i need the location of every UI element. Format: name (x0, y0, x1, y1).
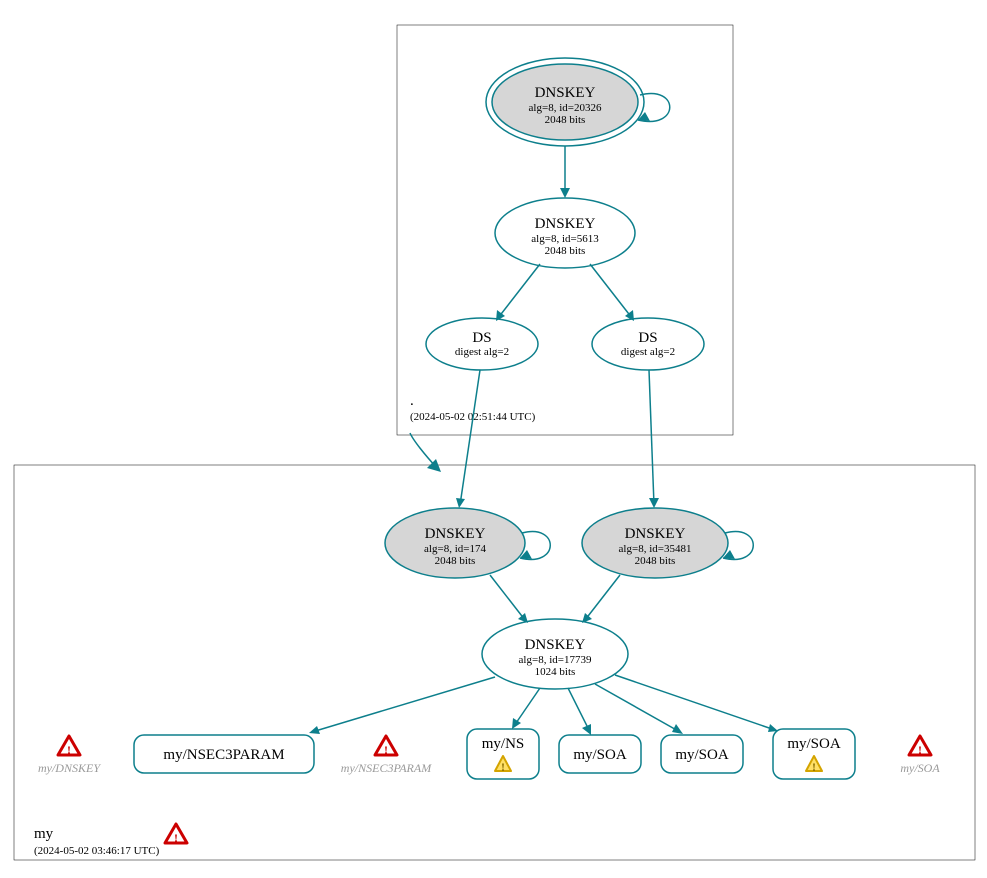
dnssec-graph: . (2024-05-02 02:51:44 UTC) my (2024-05-… (0, 0, 987, 878)
node-rr-nsec3param: my/NSEC3PARAM (134, 735, 314, 773)
warning-dnskey: ! my/DNSKEY (38, 736, 101, 775)
node-root-ds2: DS digest alg=2 (592, 318, 704, 370)
svg-text:2048 bits: 2048 bits (635, 555, 676, 567)
node-my-ksk2: DNSKEY alg=8, id=35481 2048 bits (582, 508, 753, 578)
svg-text:!: ! (501, 760, 505, 774)
svg-text:DNSKEY: DNSKEY (525, 637, 586, 653)
svg-text:DNSKEY: DNSKEY (425, 526, 486, 542)
svg-text:my/NS: my/NS (482, 736, 525, 752)
svg-text:my/SOA: my/SOA (675, 747, 729, 763)
node-root-ds1: DS digest alg=2 (426, 318, 538, 370)
svg-text:!: ! (174, 831, 178, 845)
svg-text:alg=8, id=20326: alg=8, id=20326 (529, 102, 602, 114)
node-rr-soa3: my/SOA ! (773, 729, 855, 779)
svg-text:!: ! (67, 743, 71, 757)
svg-text:DNSKEY: DNSKEY (625, 526, 686, 542)
svg-text:alg=8, id=17739: alg=8, id=17739 (519, 654, 592, 666)
svg-text:alg=8, id=5613: alg=8, id=5613 (531, 233, 599, 245)
svg-text:alg=8, id=174: alg=8, id=174 (424, 543, 486, 555)
svg-text:my/SOA: my/SOA (787, 736, 841, 752)
svg-text:DS: DS (638, 330, 657, 346)
svg-text:2048 bits: 2048 bits (545, 114, 586, 126)
svg-text:2048 bits: 2048 bits (435, 555, 476, 567)
svg-text:!: ! (384, 743, 388, 757)
svg-text:1024 bits: 1024 bits (535, 666, 576, 678)
svg-text:DNSKEY: DNSKEY (535, 85, 596, 101)
svg-text:alg=8, id=35481: alg=8, id=35481 (619, 543, 692, 555)
svg-text:DNSKEY: DNSKEY (535, 216, 596, 232)
svg-text:my/SOA: my/SOA (573, 747, 627, 763)
warning-zone-my: ! (165, 824, 187, 845)
svg-text:!: ! (918, 743, 922, 757)
svg-text:DS: DS (472, 330, 491, 346)
svg-text:2048 bits: 2048 bits (545, 245, 586, 257)
warning-soa: ! my/SOA (900, 736, 940, 775)
svg-text:my/NSEC3PARAM: my/NSEC3PARAM (163, 747, 284, 763)
node-my-zsk: DNSKEY alg=8, id=17739 1024 bits (482, 619, 628, 689)
svg-text:digest alg=2: digest alg=2 (621, 346, 675, 358)
node-rr-soa1: my/SOA (559, 735, 641, 773)
node-my-ksk1: DNSKEY alg=8, id=174 2048 bits (385, 508, 550, 578)
zone-root-label: . (410, 393, 414, 409)
svg-text:my/DNSKEY: my/DNSKEY (38, 761, 101, 775)
zone-my-time: (2024-05-02 03:46:17 UTC) (34, 845, 160, 857)
svg-text:my/SOA: my/SOA (900, 761, 940, 775)
node-root-ksk: DNSKEY alg=8, id=20326 2048 bits (486, 58, 670, 146)
node-rr-soa2: my/SOA (661, 735, 743, 773)
svg-text:digest alg=2: digest alg=2 (455, 346, 509, 358)
node-rr-ns: my/NS ! (467, 729, 539, 779)
zone-my-label: my (34, 826, 54, 842)
svg-text:!: ! (812, 760, 816, 774)
warning-nsec3param: ! my/NSEC3PARAM (341, 736, 432, 775)
node-root-zsk: DNSKEY alg=8, id=5613 2048 bits (495, 198, 635, 268)
svg-text:my/NSEC3PARAM: my/NSEC3PARAM (341, 761, 432, 775)
